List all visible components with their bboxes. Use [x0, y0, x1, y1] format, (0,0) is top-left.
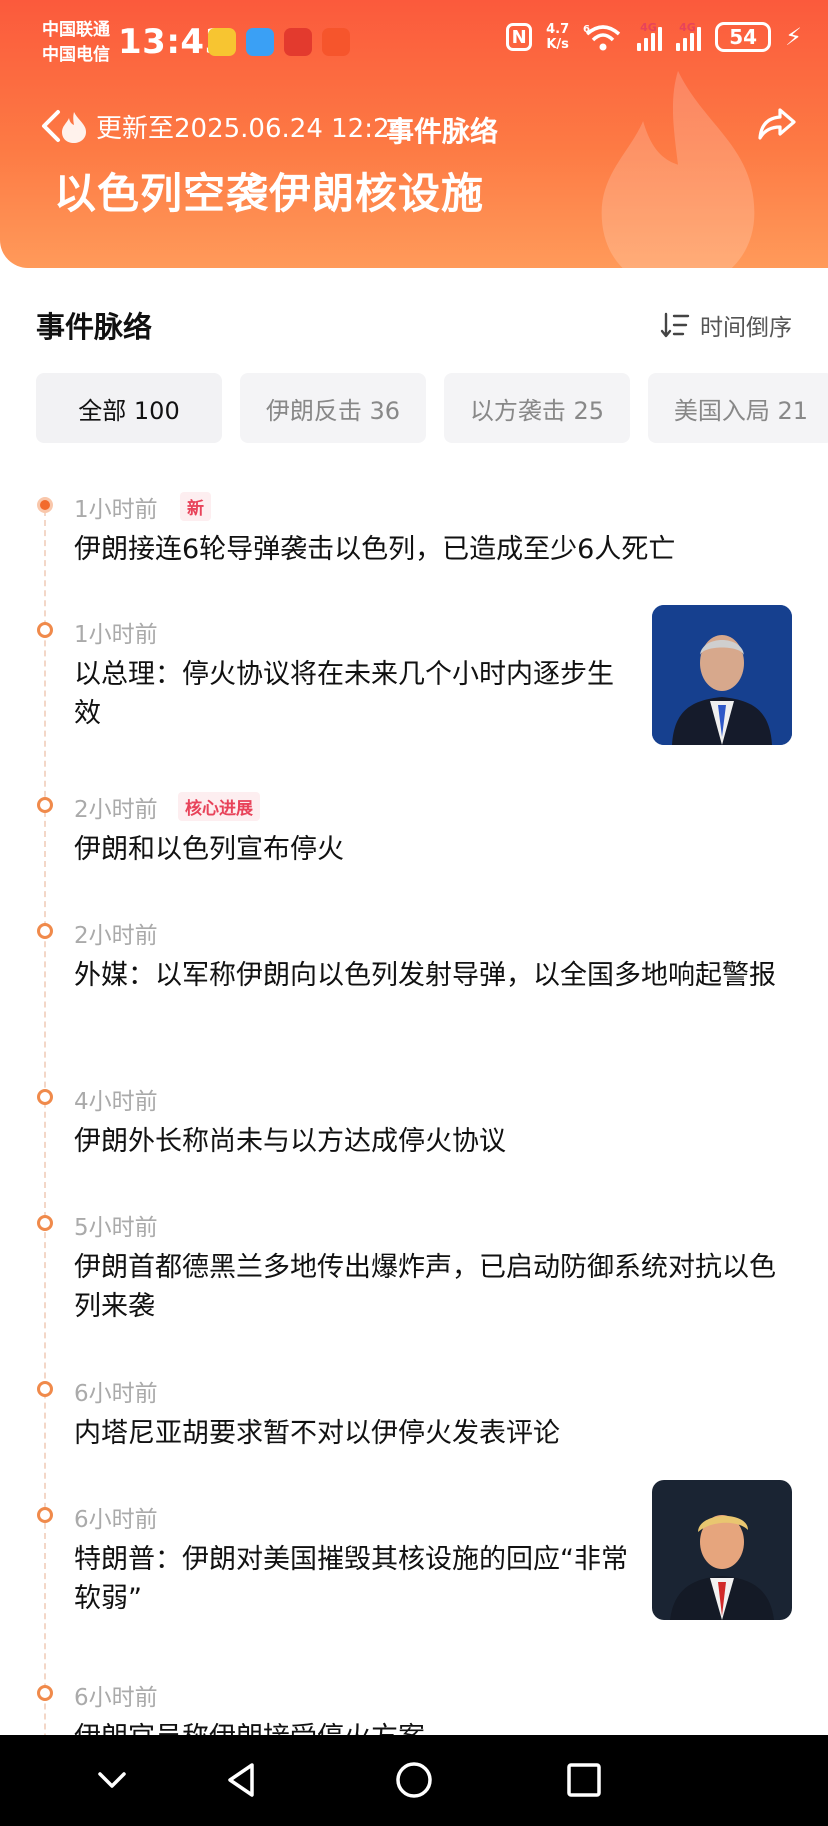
item-time: 6小时前: [74, 1685, 158, 1711]
system-indicators: N 4.7 K/s 6 4G 4G 54 ⚡: [506, 21, 802, 52]
network-speed: 4.7 K/s: [546, 22, 569, 52]
item-headline: 伊朗和以色列宣布停火: [74, 834, 344, 865]
section-title: 事件脉络: [36, 310, 153, 344]
item-time: 6小时前: [74, 1381, 158, 1407]
chip-us-involvement[interactable]: 美国入局 21: [648, 373, 828, 443]
battery-indicator: 54: [715, 22, 772, 52]
item-headline: 伊朗接连6轮导弹袭击以色列，已造成至少6人死亡: [74, 534, 676, 565]
network-speed-unit: K/s: [546, 37, 569, 52]
item-time: 6小时前: [74, 1507, 158, 1533]
page-title: 事件脉络: [386, 115, 499, 148]
header-nav: 更新至2025.06.24 12:24 事件脉络: [38, 104, 798, 148]
system-navigation-bar: [0, 1735, 828, 1826]
item-headline: 伊朗官员称伊朗接受停火方案: [74, 1718, 794, 1735]
item-time: 2小时前: [74, 923, 158, 949]
status-bar: 中国联通 中国电信 13:43 N 4.7 K/s 6 4G 4G 54 ⚡: [0, 0, 828, 90]
timeline-dot: [37, 497, 53, 513]
chip-iran-counterattack[interactable]: 伊朗反击 36: [240, 373, 426, 443]
chip-israel-attack[interactable]: 以方袭击 25: [444, 373, 630, 443]
new-badge: 新: [180, 492, 211, 521]
timeline-dot: [37, 1381, 53, 1397]
timeline-dot: [37, 923, 53, 939]
chevron-down-icon[interactable]: [92, 1760, 132, 1800]
item-time: 5小时前: [74, 1215, 158, 1241]
filter-chips: 全部 100 伊朗反击 36 以方袭击 25 美国入局 21: [36, 373, 828, 443]
timeline-dot: [37, 622, 53, 638]
item-time: 4小时前: [74, 1089, 158, 1115]
item-headline: 以总理：停火协议将在未来几个小时内逐步生效: [74, 659, 614, 729]
video-app-icon: [284, 28, 312, 56]
circle-home-icon[interactable]: [394, 1760, 434, 1800]
sort-icon: [660, 312, 690, 338]
item-time: 2小时前: [74, 797, 158, 823]
event-title: 以色列空袭伊朗核设施: [54, 169, 485, 218]
core-progress-badge: 核心进展: [178, 792, 260, 821]
chip-all[interactable]: 全部 100: [36, 373, 222, 443]
timeline-dot: [37, 1215, 53, 1231]
carrier-1: 中国联通: [42, 20, 110, 40]
wifi-icon: 6: [583, 24, 621, 51]
item-time: 1小时前: [74, 622, 158, 648]
item-headline: 特朗普：伊朗对美国摧毁其核设施的回应“非常软弱”: [74, 1544, 628, 1614]
person-photo-icon: [652, 605, 792, 745]
wifi-tag: 6: [583, 24, 590, 35]
meituan-app-icon: [208, 28, 236, 56]
message-app-icon: [246, 28, 274, 56]
signal-strength-2-icon: 4G: [676, 21, 702, 51]
item-headline: 内塔尼亚胡要求暂不对以伊停火发表评论: [74, 1418, 560, 1449]
signal-strength-1-icon: 4G: [637, 21, 663, 51]
charging-icon: ⚡: [785, 23, 802, 51]
timeline-dot: [37, 1089, 53, 1105]
update-timestamp: 更新至2025.06.24 12:24: [96, 114, 407, 144]
sort-button[interactable]: 时间倒序: [660, 308, 792, 342]
timeline-dot: [37, 1507, 53, 1523]
item-headline: 伊朗首都德黑兰多地传出爆炸声，已启动防御系统对抗以色列来袭: [74, 1252, 776, 1322]
item-headline: 伊朗外长称尚未与以方达成停火协议: [74, 1126, 506, 1157]
notification-icons: [208, 28, 350, 56]
carrier-names: 中国联通 中国电信: [42, 18, 110, 68]
item-thumbnail[interactable]: [652, 605, 792, 745]
flame-watermark-icon: [601, 70, 755, 268]
fire-icon: [62, 112, 86, 143]
sig1-tag: 4G: [640, 21, 657, 34]
person-photo-icon: [652, 1480, 792, 1620]
timeline-line: [44, 500, 46, 1735]
carrier-2: 中国电信: [42, 45, 110, 65]
item-time: 1小时前: [74, 497, 158, 523]
triangle-back-icon[interactable]: [222, 1760, 262, 1800]
timeline-dot: [37, 797, 53, 813]
nfc-icon: N: [506, 23, 533, 51]
event-header: 中国联通 中国电信 13:43 N 4.7 K/s 6 4G 4G 54 ⚡ 更…: [0, 0, 828, 268]
share-icon[interactable]: [756, 104, 798, 144]
sig2-tag: 4G: [679, 21, 696, 34]
item-headline: 外媒：以军称伊朗向以色列发射导弹，以全国多地响起警报: [74, 960, 776, 991]
square-recent-icon[interactable]: [564, 1760, 604, 1800]
news-app-icon: [322, 28, 350, 56]
event-timeline: 1小时前 新 伊朗接连6轮导弹袭击以色列，已造成至少6人死亡 1小时前 以总理：…: [0, 470, 828, 1735]
sort-label: 时间倒序: [700, 315, 792, 341]
network-speed-value: 4.7: [546, 22, 570, 37]
timeline-dot: [37, 1685, 53, 1701]
item-thumbnail[interactable]: [652, 1480, 792, 1620]
